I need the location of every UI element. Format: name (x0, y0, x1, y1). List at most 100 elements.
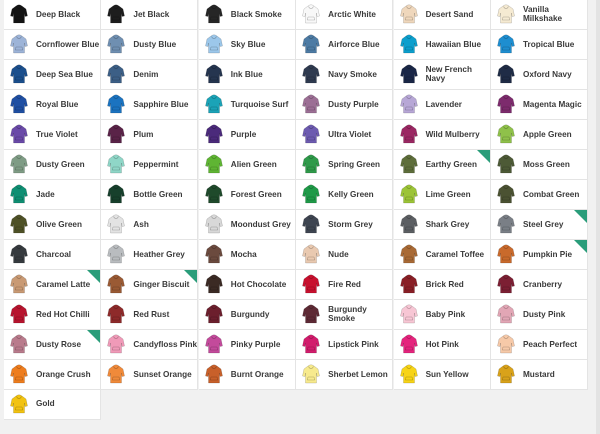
swatch-hot-pink[interactable]: Hot Pink (393, 329, 491, 360)
hoodie-icon (204, 4, 223, 24)
swatch-sapphire-blue[interactable]: Sapphire Blue (101, 89, 199, 120)
swatch-combat-green[interactable]: Combat Green (490, 179, 588, 210)
swatch-lavender[interactable]: Lavender (393, 89, 491, 120)
swatch-burgundy-smoke[interactable]: Burgundy Smoke (296, 299, 394, 330)
swatch-new-french-navy[interactable]: New French Navy (393, 59, 491, 90)
swatch-bottle-green[interactable]: Bottle Green (101, 179, 199, 210)
swatch-hot-chocolate[interactable]: Hot Chocolate (198, 269, 296, 300)
swatch-fire-red[interactable]: Fire Red (296, 269, 394, 300)
swatch-charcoal[interactable]: Charcoal (4, 239, 101, 270)
swatch-ultra-violet[interactable]: Ultra Violet (296, 119, 394, 150)
swatch-oxford-navy[interactable]: Oxford Navy (490, 59, 588, 90)
swatch-turquoise-surf[interactable]: Turquoise Surf (198, 89, 296, 120)
swatch-vanilla-milkshake[interactable]: Vanilla Milkshake (490, 0, 588, 30)
swatch-candyfloss-pink[interactable]: Candyfloss Pink (101, 329, 199, 360)
swatch-moss-green[interactable]: Moss Green (490, 149, 588, 180)
swatch-sun-yellow[interactable]: Sun Yellow (393, 359, 491, 390)
swatch-deep-sea-blue[interactable]: Deep Sea Blue (4, 59, 101, 90)
swatch-caramel-toffee[interactable]: Caramel Toffee (393, 239, 491, 270)
corner-flag-icon (476, 149, 490, 163)
swatch-label: Oxford Navy (522, 69, 572, 79)
swatch-dusty-pink[interactable]: Dusty Pink (490, 299, 588, 330)
swatch-plum[interactable]: Plum (101, 119, 199, 150)
swatch-sky-blue[interactable]: Sky Blue (198, 29, 296, 60)
swatch-forest-green[interactable]: Forest Green (198, 179, 296, 210)
swatch-burnt-orange[interactable]: Burnt Orange (198, 359, 296, 390)
hoodie-icon (497, 124, 515, 144)
swatch-label: Orange Crush (36, 369, 91, 379)
swatch-hawaiian-blue[interactable]: Hawaiian Blue (393, 29, 491, 60)
swatch-heather-grey[interactable]: Heather Grey (101, 239, 199, 270)
swatch-brick-red[interactable]: Brick Red (393, 269, 491, 300)
swatch-alien-green[interactable]: Alien Green (198, 149, 296, 180)
swatch-pinky-purple[interactable]: Pinky Purple (198, 329, 296, 360)
swatch-label: Baby Pink (425, 309, 466, 319)
swatch-dusty-purple[interactable]: Dusty Purple (296, 89, 394, 120)
swatch-label: Desert Sand (425, 9, 474, 19)
swatch-pumpkin-pie[interactable]: Pumpkin Pie (490, 239, 588, 270)
swatch-label: Jet Black (133, 9, 170, 19)
swatch-dusty-blue[interactable]: Dusty Blue (101, 29, 199, 60)
swatch-nude[interactable]: Nude (296, 239, 394, 270)
swatch-peach-perfect[interactable]: Peach Perfect (490, 329, 588, 360)
swatch-lipstick-pink[interactable]: Lipstick Pink (296, 329, 394, 360)
swatch-gold[interactable]: Gold (4, 389, 101, 420)
swatch-apple-green[interactable]: Apple Green (490, 119, 588, 150)
swatch-true-violet[interactable]: True Violet (4, 119, 101, 150)
swatch-mustard[interactable]: Mustard (490, 359, 588, 390)
swatch-label: Vanilla Milkshake (522, 4, 563, 24)
swatch-jet-black[interactable]: Jet Black (101, 0, 199, 30)
swatch-caramel-latte[interactable]: Caramel Latte (4, 269, 101, 300)
swatch-orange-crush[interactable]: Orange Crush (4, 359, 101, 390)
swatch-spring-green[interactable]: Spring Green (296, 149, 394, 180)
swatch-mocha[interactable]: Mocha (198, 239, 296, 270)
scrollbar-track[interactable] (596, 0, 600, 434)
swatch-moondust-grey[interactable]: Moondust Grey (198, 209, 296, 240)
swatch-lime-green[interactable]: Lime Green (393, 179, 491, 210)
swatch-sherbet-lemon[interactable]: Sherbet Lemon (296, 359, 394, 390)
swatch-storm-grey[interactable]: Storm Grey (296, 209, 394, 240)
swatch-sunset-orange[interactable]: Sunset Orange (101, 359, 199, 390)
hoodie-icon (107, 364, 126, 384)
swatch-shark-grey[interactable]: Shark Grey (393, 209, 491, 240)
swatch-jade[interactable]: Jade (4, 179, 101, 210)
swatch-magenta-magic[interactable]: Magenta Magic (490, 89, 588, 120)
swatch-dusty-rose[interactable]: Dusty Rose (4, 329, 101, 360)
hoodie-icon (10, 34, 28, 54)
swatch-peppermint[interactable]: Peppermint (101, 149, 199, 180)
swatch-denim[interactable]: Denim (101, 59, 199, 90)
swatch-label: Gold (36, 399, 55, 409)
swatch-kelly-green[interactable]: Kelly Green (296, 179, 394, 210)
swatch-red-hot-chilli[interactable]: Red Hot Chilli (4, 299, 101, 330)
swatch-label: Black Smoke (230, 9, 282, 19)
swatch-cranberry[interactable]: Cranberry (490, 269, 588, 300)
swatch-navy-smoke[interactable]: Navy Smoke (296, 59, 394, 90)
swatch-ginger-biscuit[interactable]: Ginger Biscuit (101, 269, 199, 300)
swatch-deep-black[interactable]: Deep Black (4, 0, 101, 30)
swatch-arctic-white[interactable]: Arctic White (296, 0, 394, 30)
swatch-royal-blue[interactable]: Royal Blue (4, 89, 101, 120)
swatch-steel-grey[interactable]: Steel Grey (490, 209, 588, 240)
swatch-black-smoke[interactable]: Black Smoke (198, 0, 296, 30)
swatch-red-rust[interactable]: Red Rust (101, 299, 199, 330)
swatch-olive-green[interactable]: Olive Green (4, 209, 101, 240)
swatch-baby-pink[interactable]: Baby Pink (393, 299, 491, 330)
swatch-burgundy[interactable]: Burgundy (198, 299, 296, 330)
swatch-ash[interactable]: Ash (101, 209, 199, 240)
swatch-tropical-blue[interactable]: Tropical Blue (490, 29, 588, 60)
swatch-airforce-blue[interactable]: Airforce Blue (296, 29, 394, 60)
hoodie-icon (399, 184, 418, 204)
swatch-dusty-green[interactable]: Dusty Green (4, 149, 101, 180)
swatch-ink-blue[interactable]: Ink Blue (198, 59, 296, 90)
hoodie-icon (497, 94, 515, 114)
hoodie-icon (10, 214, 28, 234)
hoodie-icon (399, 4, 418, 24)
hoodie-icon (399, 34, 418, 54)
hoodie-icon (10, 304, 28, 324)
swatch-purple[interactable]: Purple (198, 119, 296, 150)
swatch-earthy-green[interactable]: Earthy Green (393, 149, 491, 180)
swatch-desert-sand[interactable]: Desert Sand (393, 0, 491, 30)
swatch-wild-mulberry[interactable]: Wild Mulberry (393, 119, 491, 150)
swatch-cornflower-blue[interactable]: Cornflower Blue (4, 29, 101, 60)
swatch-label: Burgundy Smoke (328, 304, 367, 324)
